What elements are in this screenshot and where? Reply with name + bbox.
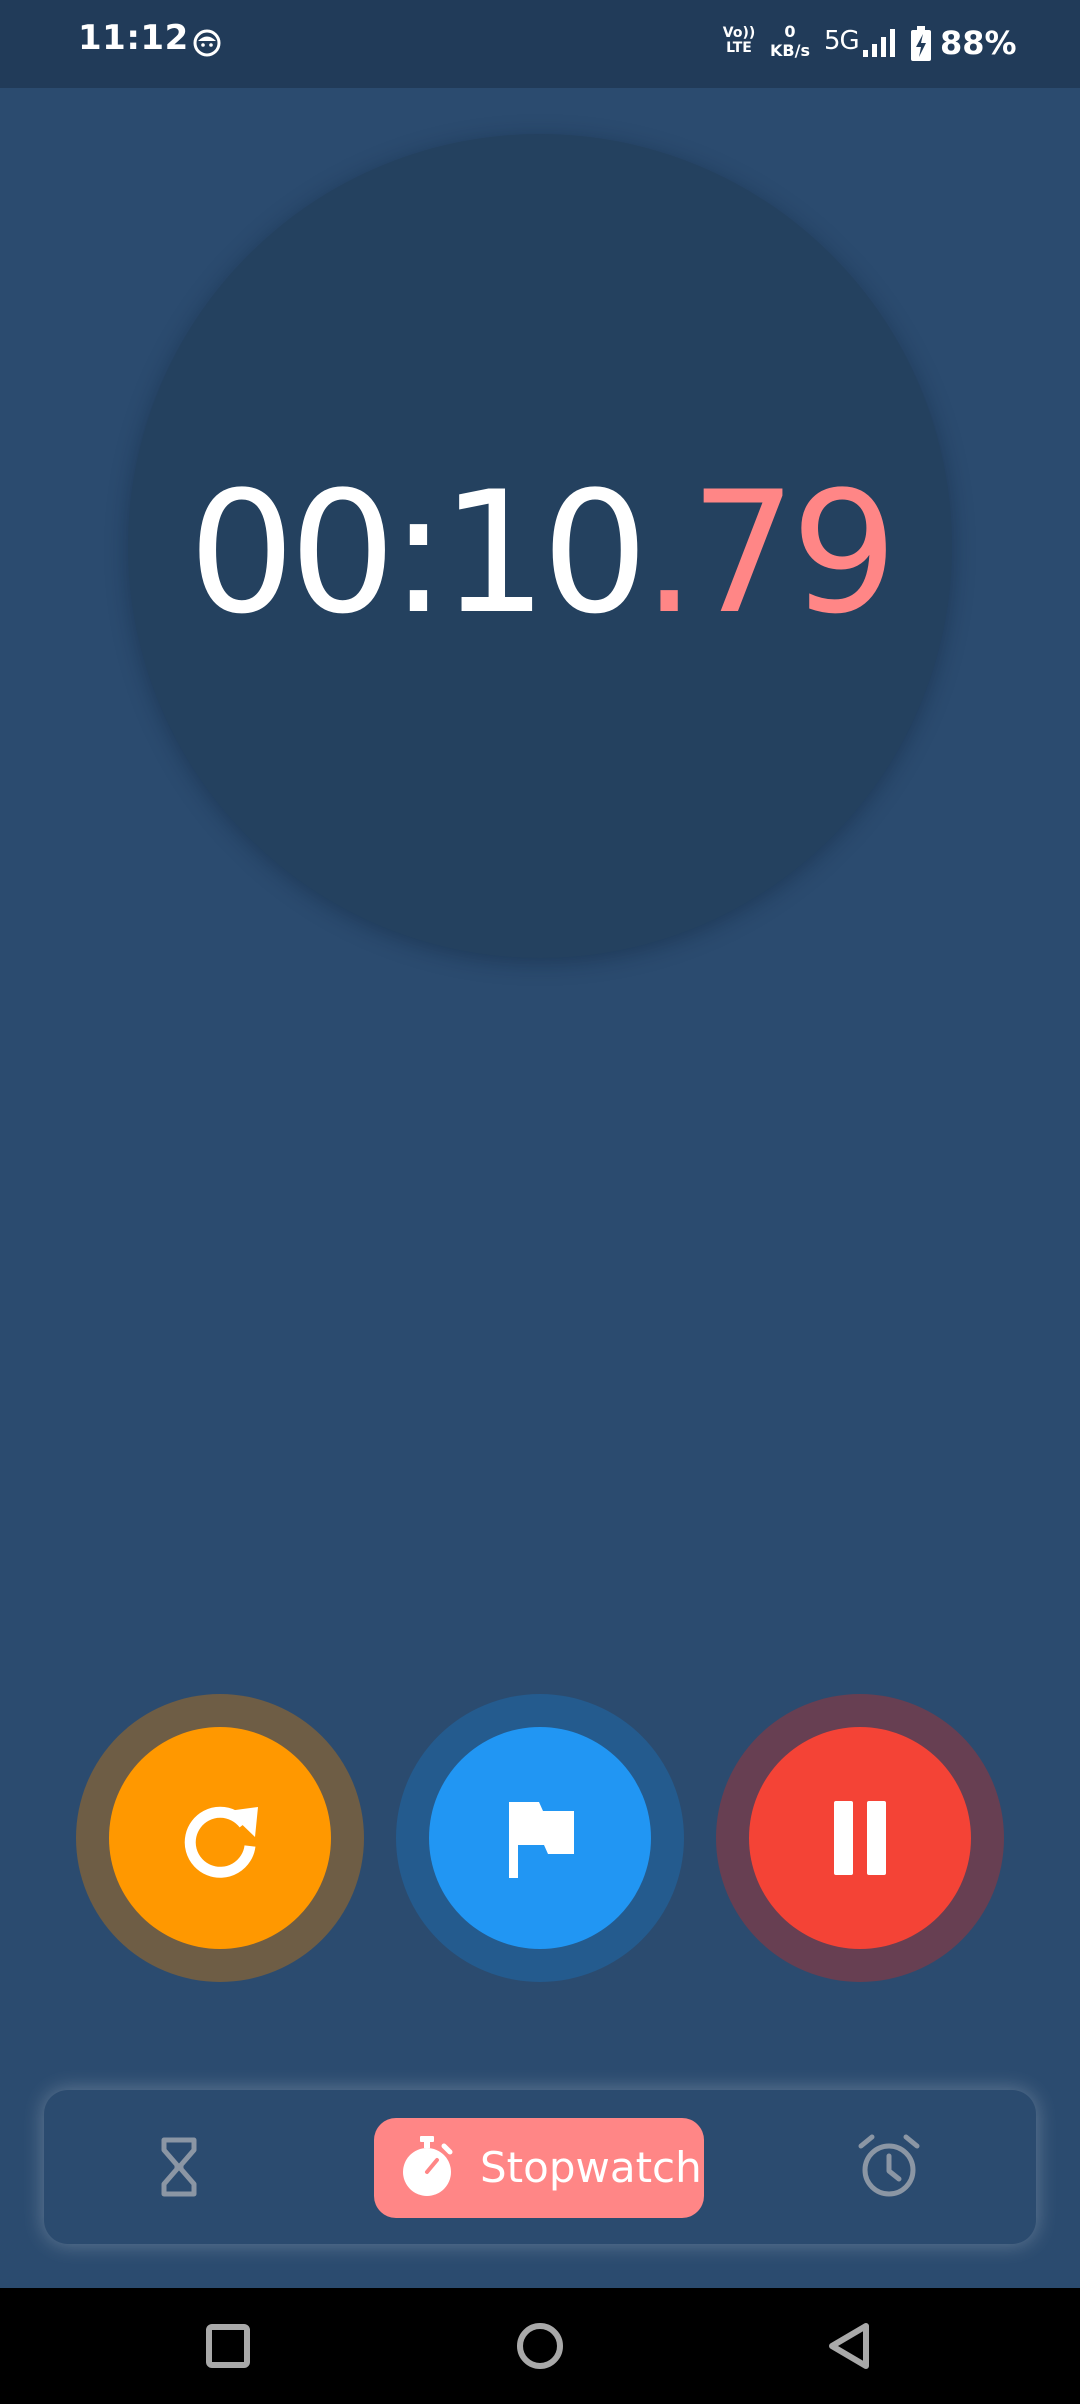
reset-button-core[interactable] [109, 1727, 331, 1949]
pause-icon [834, 1801, 886, 1875]
status-time: 11:12 [78, 18, 189, 58]
reset-icon [184, 1806, 258, 1878]
pause-button[interactable] [716, 1694, 1004, 1982]
signal-bars-icon [863, 29, 895, 57]
tab-stopwatch[interactable]: Stopwatch [374, 2118, 704, 2218]
status-bar: 11:12 Vo)) LTE 0 KB/s 5G 88% [0, 0, 1080, 88]
square-icon[interactable] [198, 2316, 258, 2376]
elapsed-time-fraction: .79 [642, 455, 897, 651]
alarm-clock-icon[interactable] [854, 2132, 924, 2202]
volte-bottom: LTE [726, 40, 752, 56]
hourglass-icon[interactable] [144, 2132, 214, 2202]
notification-app-icon [193, 29, 221, 57]
triangle-back-icon[interactable] [820, 2316, 880, 2376]
volte-indicator: Vo)) LTE [722, 26, 756, 56]
battery-percent: 88% [940, 24, 1017, 62]
network-type: 5G [824, 26, 860, 56]
network-speed: 0 KB/s [766, 22, 814, 60]
system-nav-bar [0, 2288, 1080, 2404]
volte-top: Vo)) [722, 25, 756, 41]
network-speed-value: 0 [784, 22, 796, 41]
circle-icon[interactable] [510, 2316, 570, 2376]
lap-button[interactable] [396, 1694, 684, 1982]
battery-charging-icon [911, 26, 931, 61]
network-speed-unit: KB/s [770, 41, 810, 60]
timer-dial: 00:10.79 [128, 134, 952, 958]
reset-button[interactable] [76, 1694, 364, 1982]
pause-button-core[interactable] [749, 1727, 971, 1949]
bottom-tab-bar: Stopwatch [44, 2090, 1036, 2244]
lap-button-core[interactable] [429, 1727, 651, 1949]
elapsed-time: 00:10.79 [128, 460, 952, 646]
elapsed-time-main: 00:10 [188, 455, 648, 651]
stopwatch-icon [403, 2136, 453, 2196]
flag-icon [509, 1802, 574, 1878]
tab-stopwatch-label: Stopwatch [480, 2143, 702, 2192]
stopwatch-screen: 11:12 Vo)) LTE 0 KB/s 5G 88% 00:10.79 St… [0, 0, 1080, 2404]
